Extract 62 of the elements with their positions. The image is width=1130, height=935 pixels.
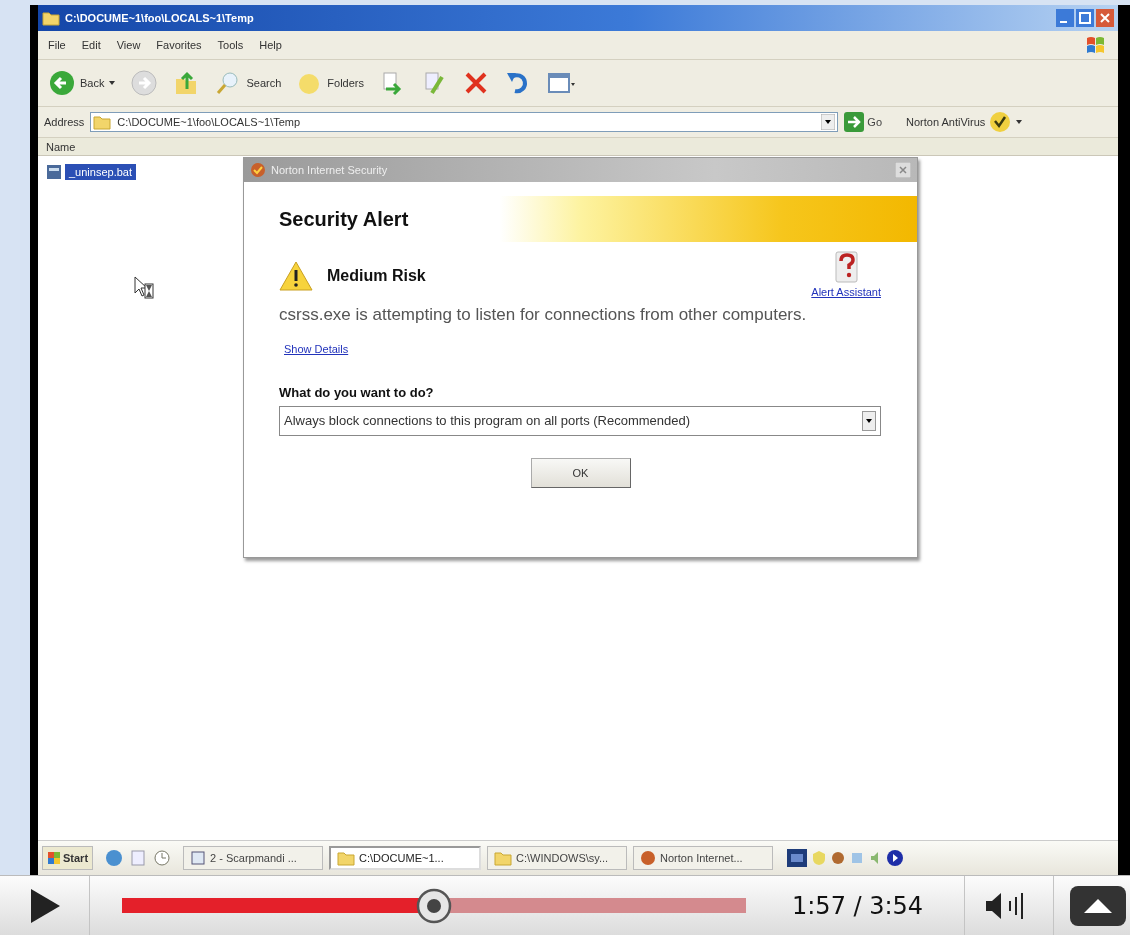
menu-item[interactable]: Edit xyxy=(81,39,101,51)
warning-icon xyxy=(279,260,313,292)
go-button[interactable]: Go xyxy=(844,112,883,132)
menu-item[interactable]: Favorites xyxy=(156,39,202,51)
go-arrow-icon xyxy=(844,112,865,132)
alert-heading: Security Alert xyxy=(279,207,409,231)
busy-cursor-icon xyxy=(134,276,154,300)
folder-icon xyxy=(494,849,513,867)
action-dropdown[interactable]: Always block connections to this program on all ports (Recommended) xyxy=(279,405,881,436)
alert-assistant-link[interactable]: Alert Assistant xyxy=(811,286,881,298)
norton-logo-icon xyxy=(250,162,266,178)
folder-icon xyxy=(42,9,60,27)
menu-item[interactable]: Help xyxy=(259,39,282,51)
address-field[interactable]: C:\DOCUME~1\foo\LOCALS~1\Temp xyxy=(90,112,839,132)
close-icon[interactable] xyxy=(1096,9,1114,27)
help-icon xyxy=(833,250,860,284)
antivirus-label: Norton AntiVirus xyxy=(906,116,986,128)
back-button[interactable]: Back xyxy=(46,67,119,99)
close-icon[interactable] xyxy=(895,162,911,178)
question-label: What do you want to do? xyxy=(279,384,435,400)
caret-icon[interactable] xyxy=(1015,118,1024,126)
media-tray-icon[interactable] xyxy=(886,849,905,867)
taskbar-button[interactable]: C:\DOCUME~1... xyxy=(329,846,482,870)
clock-icon[interactable] xyxy=(153,849,172,867)
norton-logo-icon xyxy=(640,850,657,866)
dropdown-arrow-icon[interactable] xyxy=(821,114,836,130)
app-tray-icon[interactable] xyxy=(787,849,808,867)
play-icon xyxy=(28,887,61,924)
risk-level: Medium Risk xyxy=(327,267,426,285)
file-name[interactable]: _uninsep.bat xyxy=(65,164,136,180)
menu-item[interactable]: View xyxy=(116,39,141,51)
seek-handle[interactable] xyxy=(416,887,452,924)
search-button[interactable]: Search xyxy=(212,67,284,99)
maximize-icon[interactable] xyxy=(1076,9,1094,27)
fullscreen-button[interactable] xyxy=(1070,885,1126,926)
antivirus-icon[interactable] xyxy=(989,111,1012,133)
windows-flag-icon xyxy=(47,851,61,865)
window-title: C:\DOCUME~1\foo\LOCALS~1\Temp xyxy=(65,12,255,24)
taskbar-button[interactable]: 2 - Scarpmandi ... xyxy=(183,846,324,870)
column-header[interactable]: Name xyxy=(46,140,76,153)
taskbar-button[interactable]: C:\WINDOWS\sy... xyxy=(487,846,628,870)
minimize-icon[interactable] xyxy=(1056,9,1074,27)
time-display: 1:57 / 3:54 xyxy=(792,891,925,920)
batch-file-icon xyxy=(46,164,62,180)
show-details-link[interactable]: Show Details xyxy=(284,342,349,355)
address-label: Address xyxy=(44,116,85,128)
taskbar-button[interactable]: Norton Internet... xyxy=(633,846,774,870)
ok-button[interactable]: OK xyxy=(530,457,631,488)
globe-icon[interactable] xyxy=(105,849,124,867)
norton-tray-icon[interactable] xyxy=(831,851,846,865)
menu-item[interactable]: File xyxy=(48,39,66,51)
triangle-up-icon xyxy=(1083,897,1113,914)
caret-icon xyxy=(108,79,117,87)
menu-item[interactable]: Tools xyxy=(217,39,244,51)
folders-button[interactable]: Folders xyxy=(293,67,366,99)
alert-message: csrss.exe is attempting to listen for connections from other computers. xyxy=(279,304,808,326)
dialog-title: Norton Internet Security xyxy=(271,164,389,176)
window-stack-icon xyxy=(190,850,207,866)
start-button[interactable]: Start xyxy=(42,846,94,870)
folder-icon xyxy=(93,113,112,131)
address-value: C:\DOCUME~1\foo\LOCALS~1\Temp xyxy=(117,116,302,128)
folder-icon xyxy=(337,849,356,867)
